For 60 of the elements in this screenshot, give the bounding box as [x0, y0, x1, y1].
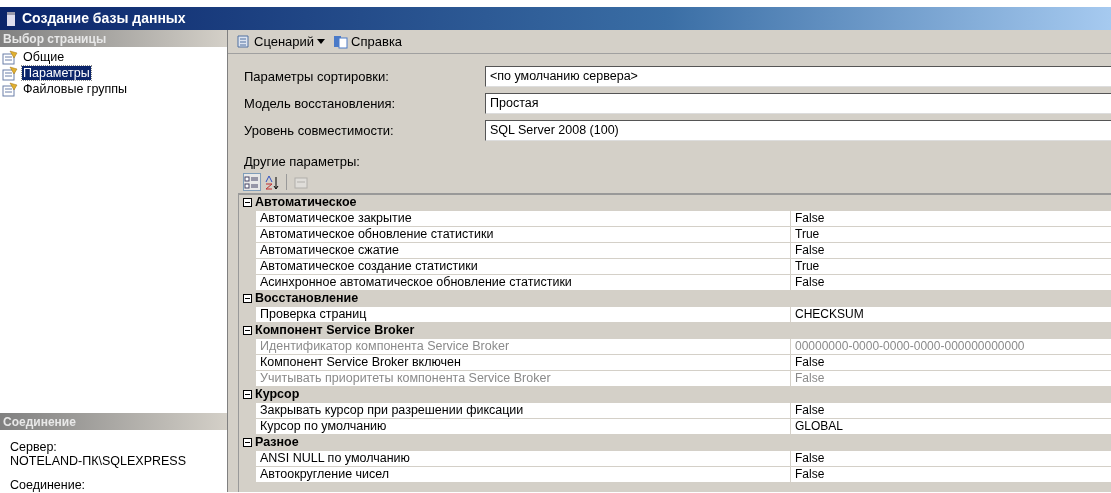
property-name: ANSI NULL по умолчанию — [256, 450, 791, 466]
property-name: Асинхронное автоматическое обновление статистики — [256, 274, 791, 290]
script-button[interactable]: Сценарий — [233, 31, 328, 52]
collapse-icon[interactable] — [242, 438, 252, 447]
section-header: Соединение — [0, 413, 227, 430]
property-name: Компонент Service Broker включен — [256, 354, 791, 370]
property-name: Автоматическое создание статистики — [256, 258, 791, 274]
page-item[interactable]: Общие — [22, 50, 66, 64]
property-name: Учитывать приоритеты компонента Service Broker — [256, 370, 791, 386]
section-label: Другие параметры: — [244, 153, 361, 171]
property-value[interactable]: CHECKSUM — [791, 306, 1111, 322]
property-name: Автоматическое обновление статистики — [256, 226, 791, 242]
property-name: Автоокругление чисел — [256, 466, 791, 482]
property-value[interactable]: False — [791, 354, 1111, 370]
category-header: Компонент Service Broker — [255, 322, 415, 340]
category-header: Восстановление — [255, 290, 359, 308]
page-item[interactable]: Параметры — [22, 66, 91, 80]
property-name: Автоматическое сжатие — [256, 242, 791, 258]
property-value[interactable]: True — [791, 226, 1111, 242]
sort-button[interactable] — [263, 173, 281, 191]
caret-icon — [317, 39, 326, 44]
property-value[interactable]: GLOBAL — [791, 418, 1111, 434]
property-value[interactable]: False — [791, 402, 1111, 418]
input-field[interactable]: <по умолчанию сервера> — [485, 66, 1111, 87]
property-value[interactable]: False — [791, 242, 1111, 258]
collapse-icon[interactable] — [242, 198, 252, 207]
property-value[interactable]: False — [791, 450, 1111, 466]
categorized-icon — [244, 174, 260, 190]
collapse-icon[interactable] — [242, 390, 252, 399]
connection-label: Соединение: — [10, 478, 87, 492]
help-button[interactable]: Справка — [331, 31, 405, 52]
collapse-icon[interactable] — [242, 294, 252, 303]
categorized-button[interactable] — [243, 173, 261, 191]
page-item[interactable]: Файловые группы — [22, 82, 129, 96]
sort-icon — [264, 174, 280, 190]
property-name: Автоматическое закрытие — [256, 210, 791, 226]
field-label: Параметры сортировки: — [244, 67, 390, 86]
property-name: Закрывать курсор при разрешении фиксации — [256, 402, 791, 418]
input-field[interactable]: Простая — [485, 93, 1111, 114]
field-label: Модель восстановления: — [244, 94, 397, 113]
field-label: Уровень совместимости: — [244, 121, 395, 140]
input-field[interactable]: SQL Server 2008 (100) — [485, 120, 1111, 141]
category-header: Автоматическое — [255, 194, 357, 212]
category-header: Разное — [255, 434, 299, 452]
property-pages-icon — [293, 174, 309, 190]
property-value[interactable]: False — [791, 466, 1111, 482]
property-name: Идентификатор компонента Service Broker — [256, 338, 791, 354]
collapse-icon[interactable] — [242, 326, 252, 335]
section-header: Выбор страницы — [0, 30, 227, 47]
category-header: Курсор — [255, 386, 300, 404]
property-name: Проверка страниц — [256, 306, 791, 322]
window-title: Создание базы данных — [22, 9, 186, 28]
property-value[interactable]: False — [791, 210, 1111, 226]
property-value[interactable]: False — [791, 274, 1111, 290]
property-value[interactable]: True — [791, 258, 1111, 274]
property-name: Курсор по умолчанию — [256, 418, 791, 434]
connection-label: Сервер: — [10, 440, 58, 454]
document-icon — [333, 34, 349, 49]
connection-value: NOTELAND-ПК\SQLEXPRESS — [10, 454, 188, 468]
database-icon — [6, 10, 16, 27]
